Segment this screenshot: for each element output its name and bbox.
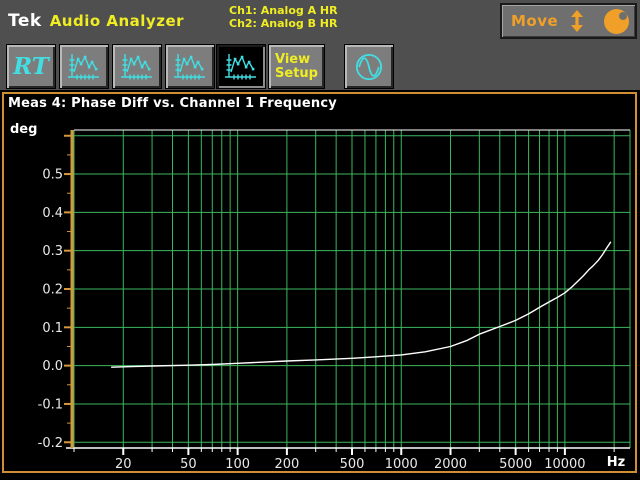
- waveform-view-button-1[interactable]: [59, 44, 109, 89]
- channel2-status: Ch2: Analog B HR: [229, 17, 338, 30]
- channel1-status: Ch1: Analog A HR: [229, 4, 338, 17]
- svg-text:50: 50: [180, 457, 197, 472]
- svg-text:20: 20: [115, 457, 132, 472]
- waveform-chart-icon: [171, 52, 209, 82]
- channel-status: Ch1: Analog A HR Ch2: Analog B HR: [229, 4, 338, 30]
- app-title: Audio Analyzer: [50, 12, 184, 30]
- brand-row: Tek Audio Analyzer: [8, 11, 184, 31]
- generator-button[interactable]: [344, 44, 394, 89]
- svg-text:0.0: 0.0: [42, 359, 63, 374]
- rt-mode-button[interactable]: RT: [6, 44, 56, 89]
- svg-text:0.1: 0.1: [42, 321, 63, 336]
- svg-text:200: 200: [274, 457, 299, 472]
- waveform-view-button-2[interactable]: [112, 44, 162, 89]
- system-bar: Tek Audio Analyzer Ch1: Analog A HR Ch2:…: [0, 0, 640, 90]
- svg-text:2000: 2000: [434, 457, 467, 472]
- svg-text:Hz: Hz: [607, 455, 625, 470]
- measurement-view[interactable]: Meas 4: Phase Diff vs. Channel 1 Frequen…: [0, 90, 640, 480]
- view-setup-button[interactable]: View Setup: [268, 44, 325, 89]
- svg-text:0.2: 0.2: [42, 283, 63, 298]
- audio-analyzer-screen: Tek Audio Analyzer Ch1: Analog A HR Ch2:…: [0, 0, 640, 480]
- waveform-chart-icon: [118, 52, 156, 82]
- move-button[interactable]: Move: [500, 3, 637, 39]
- svg-text:1000: 1000: [385, 457, 418, 472]
- svg-text:0.4: 0.4: [42, 206, 63, 221]
- waveform-chart-icon: [65, 52, 103, 82]
- svg-text:0.3: 0.3: [42, 244, 63, 259]
- rt-button-label: RT: [13, 53, 49, 80]
- svg-text:-0.2: -0.2: [38, 436, 63, 451]
- knob-position-dot: [619, 12, 627, 20]
- view-setup-label-line2: Setup: [275, 67, 318, 81]
- svg-text:0.5: 0.5: [42, 168, 63, 183]
- svg-text:100: 100: [225, 457, 250, 472]
- svg-text:500: 500: [340, 457, 365, 472]
- phase-chart: 0.5 0.4 0.3 0.2 0.1 0.0 -0.1 -0.2 20 50 100 200 500 1…: [0, 90, 640, 480]
- waveform-view-button-3[interactable]: [165, 44, 215, 89]
- sine-generator-icon: [351, 49, 387, 85]
- waveform-view-button-4-selected[interactable]: [216, 44, 266, 89]
- svg-text:-0.1: -0.1: [38, 397, 63, 412]
- move-button-label: Move: [511, 12, 558, 30]
- svg-text:10000: 10000: [544, 457, 585, 472]
- rotary-knob-icon: [604, 9, 629, 34]
- tek-logo: Tek: [8, 11, 42, 31]
- waveform-chart-icon: [222, 52, 260, 82]
- up-down-arrow-icon: [570, 9, 584, 33]
- view-setup-label-line1: View: [275, 53, 318, 67]
- svg-text:5000: 5000: [499, 457, 532, 472]
